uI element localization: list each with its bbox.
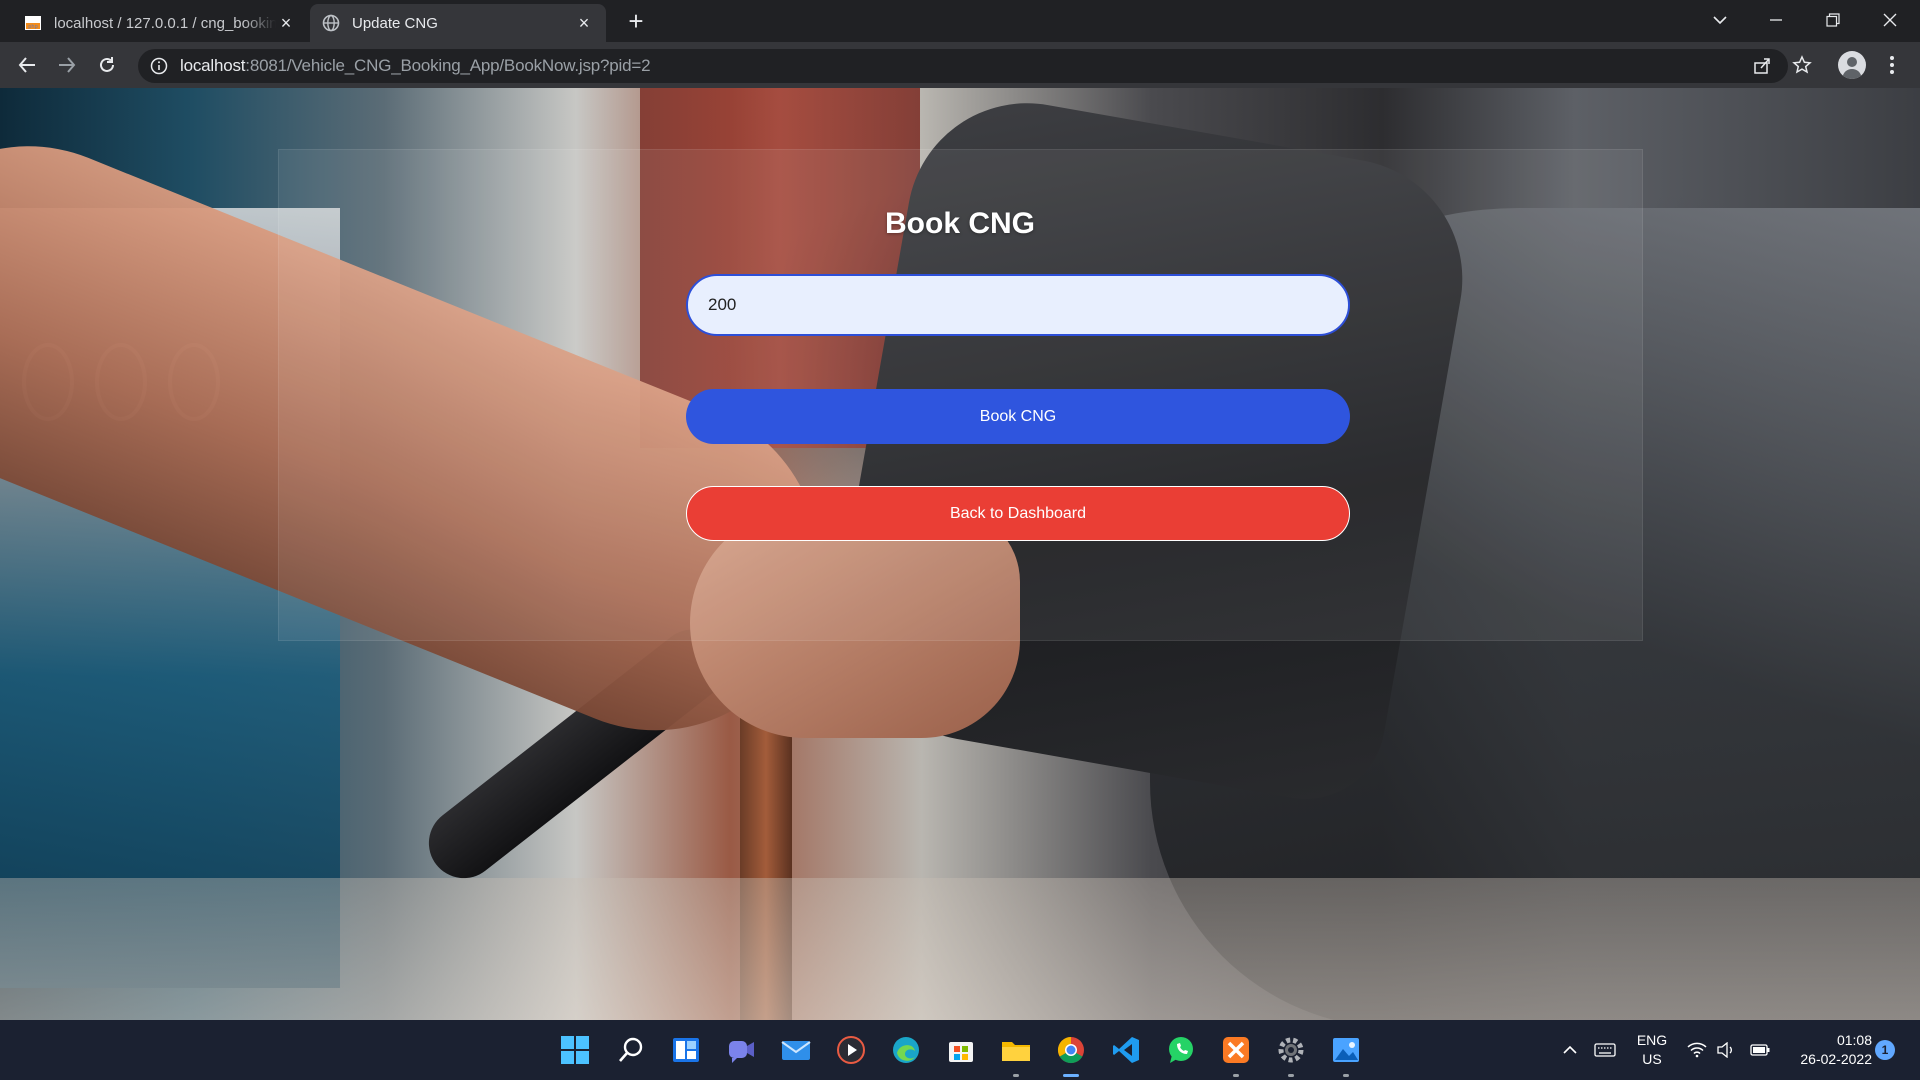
back-button[interactable]: [12, 50, 42, 80]
mail-icon[interactable]: [778, 1032, 814, 1068]
address-bar[interactable]: localhost:8081/Vehicle_CNG_Booking_App/B…: [138, 49, 1788, 83]
tab-phpmyadmin[interactable]: php localhost / 127.0.0.1 / cng_booking …: [12, 4, 308, 42]
url-text: localhost:8081/Vehicle_CNG_Booking_App/B…: [180, 56, 651, 76]
reload-icon: [100, 57, 114, 72]
chevron-up-icon: [1563, 1045, 1577, 1054]
back-to-dashboard-button[interactable]: Back to Dashboard: [686, 486, 1350, 541]
minimize-icon: [1770, 19, 1782, 21]
close-tab-icon[interactable]: ×: [276, 13, 296, 33]
clock-time: 01:08: [1836, 1032, 1872, 1048]
close-icon: [1883, 13, 1897, 27]
settings-icon[interactable]: [1273, 1032, 1309, 1077]
whatsapp-icon[interactable]: [1163, 1032, 1199, 1068]
keyboard-icon[interactable]: [1592, 1038, 1618, 1062]
page-viewport: Book CNG Book CNG Back to Dashboard: [0, 88, 1920, 1020]
reload-button[interactable]: [92, 50, 122, 80]
phpmyadmin-icon: php: [25, 16, 41, 30]
browser-tabstrip: php localhost / 127.0.0.1 / cng_booking …: [0, 0, 1920, 42]
profile-avatar[interactable]: [1838, 51, 1866, 79]
browser-toolbar: localhost:8081/Vehicle_CNG_Booking_App/B…: [0, 42, 1920, 88]
taskbar: ENG US 01:08 26-02-2022 1: [0, 1020, 1920, 1080]
new-tab-button[interactable]: +: [622, 6, 650, 36]
windows-start-icon[interactable]: [557, 1032, 593, 1068]
arrow-left-icon: [18, 57, 35, 73]
language-code: ENG: [1636, 1032, 1668, 1048]
vscode-icon[interactable]: [1108, 1032, 1144, 1068]
microsoft-store-icon[interactable]: [943, 1032, 979, 1068]
globe-icon: [322, 14, 340, 32]
tab-title: localhost / 127.0.0.1 / cng_booking: [54, 14, 276, 32]
restore-icon: [1826, 13, 1840, 27]
avatar-icon: [1842, 57, 1862, 79]
tab-update-cng[interactable]: Update CNG ×: [310, 4, 606, 42]
tab-search-button[interactable]: [1692, 0, 1748, 40]
clock-date: 26-02-2022: [1800, 1051, 1872, 1067]
minimize-button[interactable]: [1748, 0, 1804, 40]
share-icon: [1754, 58, 1770, 74]
wifi-icon[interactable]: [1685, 1038, 1709, 1062]
tab-title: Update CNG: [352, 14, 438, 32]
chevron-down-icon: [1713, 16, 1727, 25]
media-player-icon[interactable]: [833, 1032, 869, 1068]
close-window-button[interactable]: [1862, 0, 1918, 40]
url-host: localhost: [180, 56, 246, 75]
photos-icon[interactable]: [1328, 1032, 1364, 1077]
search-icon[interactable]: [613, 1032, 649, 1068]
bookmark-button[interactable]: [1790, 53, 1814, 77]
xampp-icon[interactable]: [1218, 1032, 1254, 1077]
chrome-icon[interactable]: [1053, 1032, 1089, 1077]
share-button[interactable]: [1750, 54, 1774, 78]
widgets-icon[interactable]: [668, 1032, 704, 1068]
region-code: US: [1642, 1051, 1662, 1067]
book-cng-button[interactable]: Book CNG: [686, 389, 1350, 444]
browser-menu-button[interactable]: [1882, 52, 1902, 78]
svg-text:php: php: [28, 24, 38, 30]
battery-icon[interactable]: [1747, 1038, 1773, 1062]
notification-badge[interactable]: 1: [1875, 1040, 1895, 1060]
volume-icon[interactable]: [1714, 1038, 1738, 1062]
file-explorer-icon[interactable]: [998, 1032, 1034, 1077]
show-hidden-icons-button[interactable]: [1559, 1038, 1581, 1062]
close-tab-icon[interactable]: ×: [574, 13, 594, 33]
teams-chat-icon[interactable]: [723, 1032, 759, 1068]
language-indicator[interactable]: ENG US: [1634, 1031, 1670, 1069]
clock[interactable]: 01:08 26-02-2022: [1782, 1031, 1872, 1069]
edge-icon[interactable]: [888, 1032, 924, 1068]
url-path: :8081/Vehicle_CNG_Booking_App/BookNow.js…: [245, 56, 651, 75]
info-icon[interactable]: [150, 57, 168, 75]
star-icon: [1792, 55, 1812, 74]
restore-button[interactable]: [1805, 0, 1861, 40]
forward-button[interactable]: [52, 50, 82, 80]
background-photo-ground: [0, 878, 1920, 1020]
arrow-right-icon: [59, 57, 76, 73]
quantity-input[interactable]: [686, 274, 1350, 336]
page-title: Book CNG: [885, 207, 1035, 240]
